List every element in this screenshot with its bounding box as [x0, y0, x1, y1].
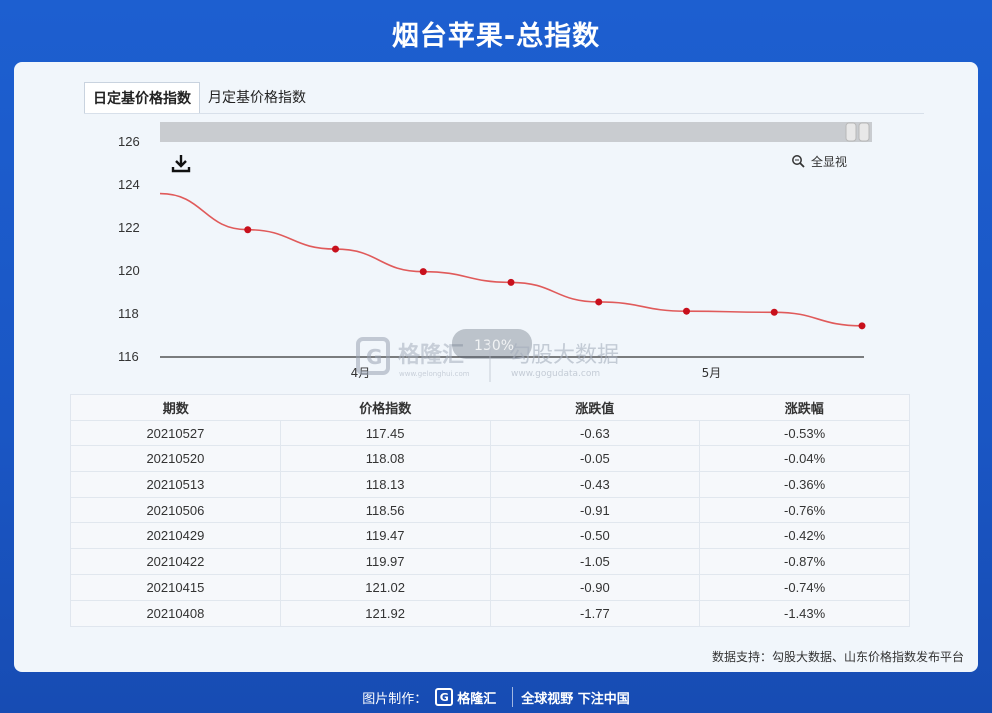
cell-period: 20210520	[71, 446, 281, 472]
y-tick-label: 120	[118, 263, 140, 278]
download-icon[interactable]	[171, 155, 191, 173]
footer-slogan: 全球视野 下注中国	[521, 691, 630, 707]
footer-logo: G 格隆汇	[435, 688, 496, 707]
zoom-icon[interactable]	[792, 155, 805, 168]
cell-period: 20210513	[71, 472, 281, 497]
y-tick-label: 124	[118, 177, 140, 192]
footer-made-by: 图片制作：	[362, 691, 428, 707]
data-point[interactable]	[770, 308, 778, 316]
table-row: 20210527 117.45 -0.63 -0.53%	[71, 420, 909, 447]
table-header-period: 期数	[162, 401, 189, 417]
table-row: 20210422 119.97 -1.05 -0.87%	[71, 549, 909, 575]
line-chart: 全显视 116118120122124126 4月 5月 G 格隆汇 www.ge…	[118, 122, 872, 382]
cell-period: 20210422	[71, 549, 281, 574]
cell-change-pct: -0.76%	[784, 502, 826, 518]
data-table: 期数 价格指数 涨跌值 涨跌幅 20210527 117.45 -0.63 -0.53…	[70, 394, 910, 628]
navigator-bar[interactable]	[160, 122, 872, 142]
cell-price-index: 118.13	[281, 472, 491, 497]
data-point[interactable]	[683, 307, 690, 315]
y-tick-label: 122	[118, 220, 140, 235]
table-body: 20210527 117.45 -0.63 -0.53% 20210520 118.08-…	[71, 420, 909, 627]
table-row: 20210429 119.47 -0.50 -0.42%	[71, 523, 909, 550]
cell-change-value: -1.05	[491, 549, 701, 574]
data-point[interactable]	[244, 226, 252, 234]
cell-price-index: 119.47	[281, 523, 491, 549]
cell-price-index: 118.56	[281, 497, 491, 523]
data-source: 数据支持：勾股大数据、山东价格指数发布平台	[711, 650, 964, 664]
cell-period: 20210506	[71, 497, 281, 523]
cell-price-index: 121.92	[281, 600, 491, 627]
cell-price-index: 119.97	[281, 549, 491, 574]
cell-change-pct: -0.36%	[784, 476, 826, 492]
cell-change-pct: -0.53%	[784, 425, 826, 441]
brand-logo-icon: G	[435, 688, 454, 706]
cell-period: 20210429	[71, 523, 281, 549]
series-line	[159, 192, 863, 327]
footer-divider	[512, 687, 514, 707]
table-row: 20210415 121.02 -0.90 -0.74%	[71, 574, 909, 601]
watermark-gogudata: 勾股大数据 www.gogudata.com	[509, 343, 619, 379]
cell-change-pct: -0.74%	[784, 579, 826, 595]
table-row: 20210513 118.13 -0.43 -0.36%	[71, 472, 909, 498]
footer: 图片制作： G 格隆汇 全球视野 下注中国	[0, 684, 992, 710]
watermark-left-url: www.gelonghui.com	[399, 370, 470, 378]
table-row: 20210506 118.56 -0.91 -0.76%	[71, 497, 909, 524]
cell-change-value: -0.43	[491, 472, 701, 497]
cell-change-pct: -0.04%	[784, 451, 826, 467]
table-row: 20210408 121.92 -1.77 -1.43%	[71, 600, 909, 627]
cell-change-value: -0.63	[491, 420, 701, 446]
table-header-price-index: 价格指数	[359, 401, 412, 417]
table-row: 20210520 118.08 -0.05 -0.04%	[71, 446, 909, 473]
cell-change-pct: -0.42%	[784, 528, 826, 544]
zoom-all-label[interactable]: 全显视	[811, 154, 847, 169]
series-points	[244, 226, 866, 330]
cell-change-pct: -0.87%	[784, 553, 826, 569]
data-point[interactable]	[595, 298, 603, 306]
cell-change-value: -0.90	[491, 574, 701, 600]
y-tick-label: 118	[118, 306, 139, 321]
footer-brand: 格隆汇	[457, 691, 497, 707]
data-point[interactable]	[332, 245, 339, 253]
cell-price-index: 117.45	[281, 420, 491, 446]
cell-price-index: 121.02	[281, 574, 491, 600]
y-tick-label: 116	[118, 349, 139, 364]
table-header-row: 期数 价格指数 涨跌值 涨跌幅	[71, 395, 909, 421]
data-point[interactable]	[507, 278, 515, 286]
cell-period: 20210527	[71, 420, 281, 446]
navigator-handle-left[interactable]	[845, 122, 857, 142]
navigator-handle-right[interactable]	[858, 122, 870, 142]
y-axis-ticks: 116 118 120 122 124 126	[118, 134, 140, 364]
page-title: 烟台苹果-总指数	[391, 21, 601, 52]
table-header-change-value: 涨跌值	[575, 401, 615, 417]
cell-period: 20210415	[71, 574, 281, 600]
cell-change-pct: -1.43%	[784, 605, 826, 621]
svg-text:G: G	[366, 345, 382, 369]
x-tick-label: 5月	[702, 366, 722, 380]
cell-change-value: -0.05	[491, 446, 701, 472]
data-point[interactable]	[858, 322, 866, 330]
y-tick-label: 126	[118, 134, 140, 149]
cell-change-value: -0.50	[491, 523, 701, 549]
data-point[interactable]	[419, 268, 427, 276]
cell-price-index: 118.08	[281, 446, 491, 472]
chart-panel: 日定基价格指数 月定基价格指数 全显视 116 118 120 122 124 126 4…	[14, 62, 978, 672]
cell-period: 20210408	[71, 600, 281, 627]
table-header-change-pct: 涨跌幅	[784, 401, 824, 417]
watermark-right-brand: 勾股大数据	[509, 343, 619, 368]
cell-change-value: -1.77	[491, 600, 701, 627]
watermark-right-url: www.gogudata.com	[511, 369, 600, 379]
cell-change-value: -0.91	[491, 497, 701, 523]
